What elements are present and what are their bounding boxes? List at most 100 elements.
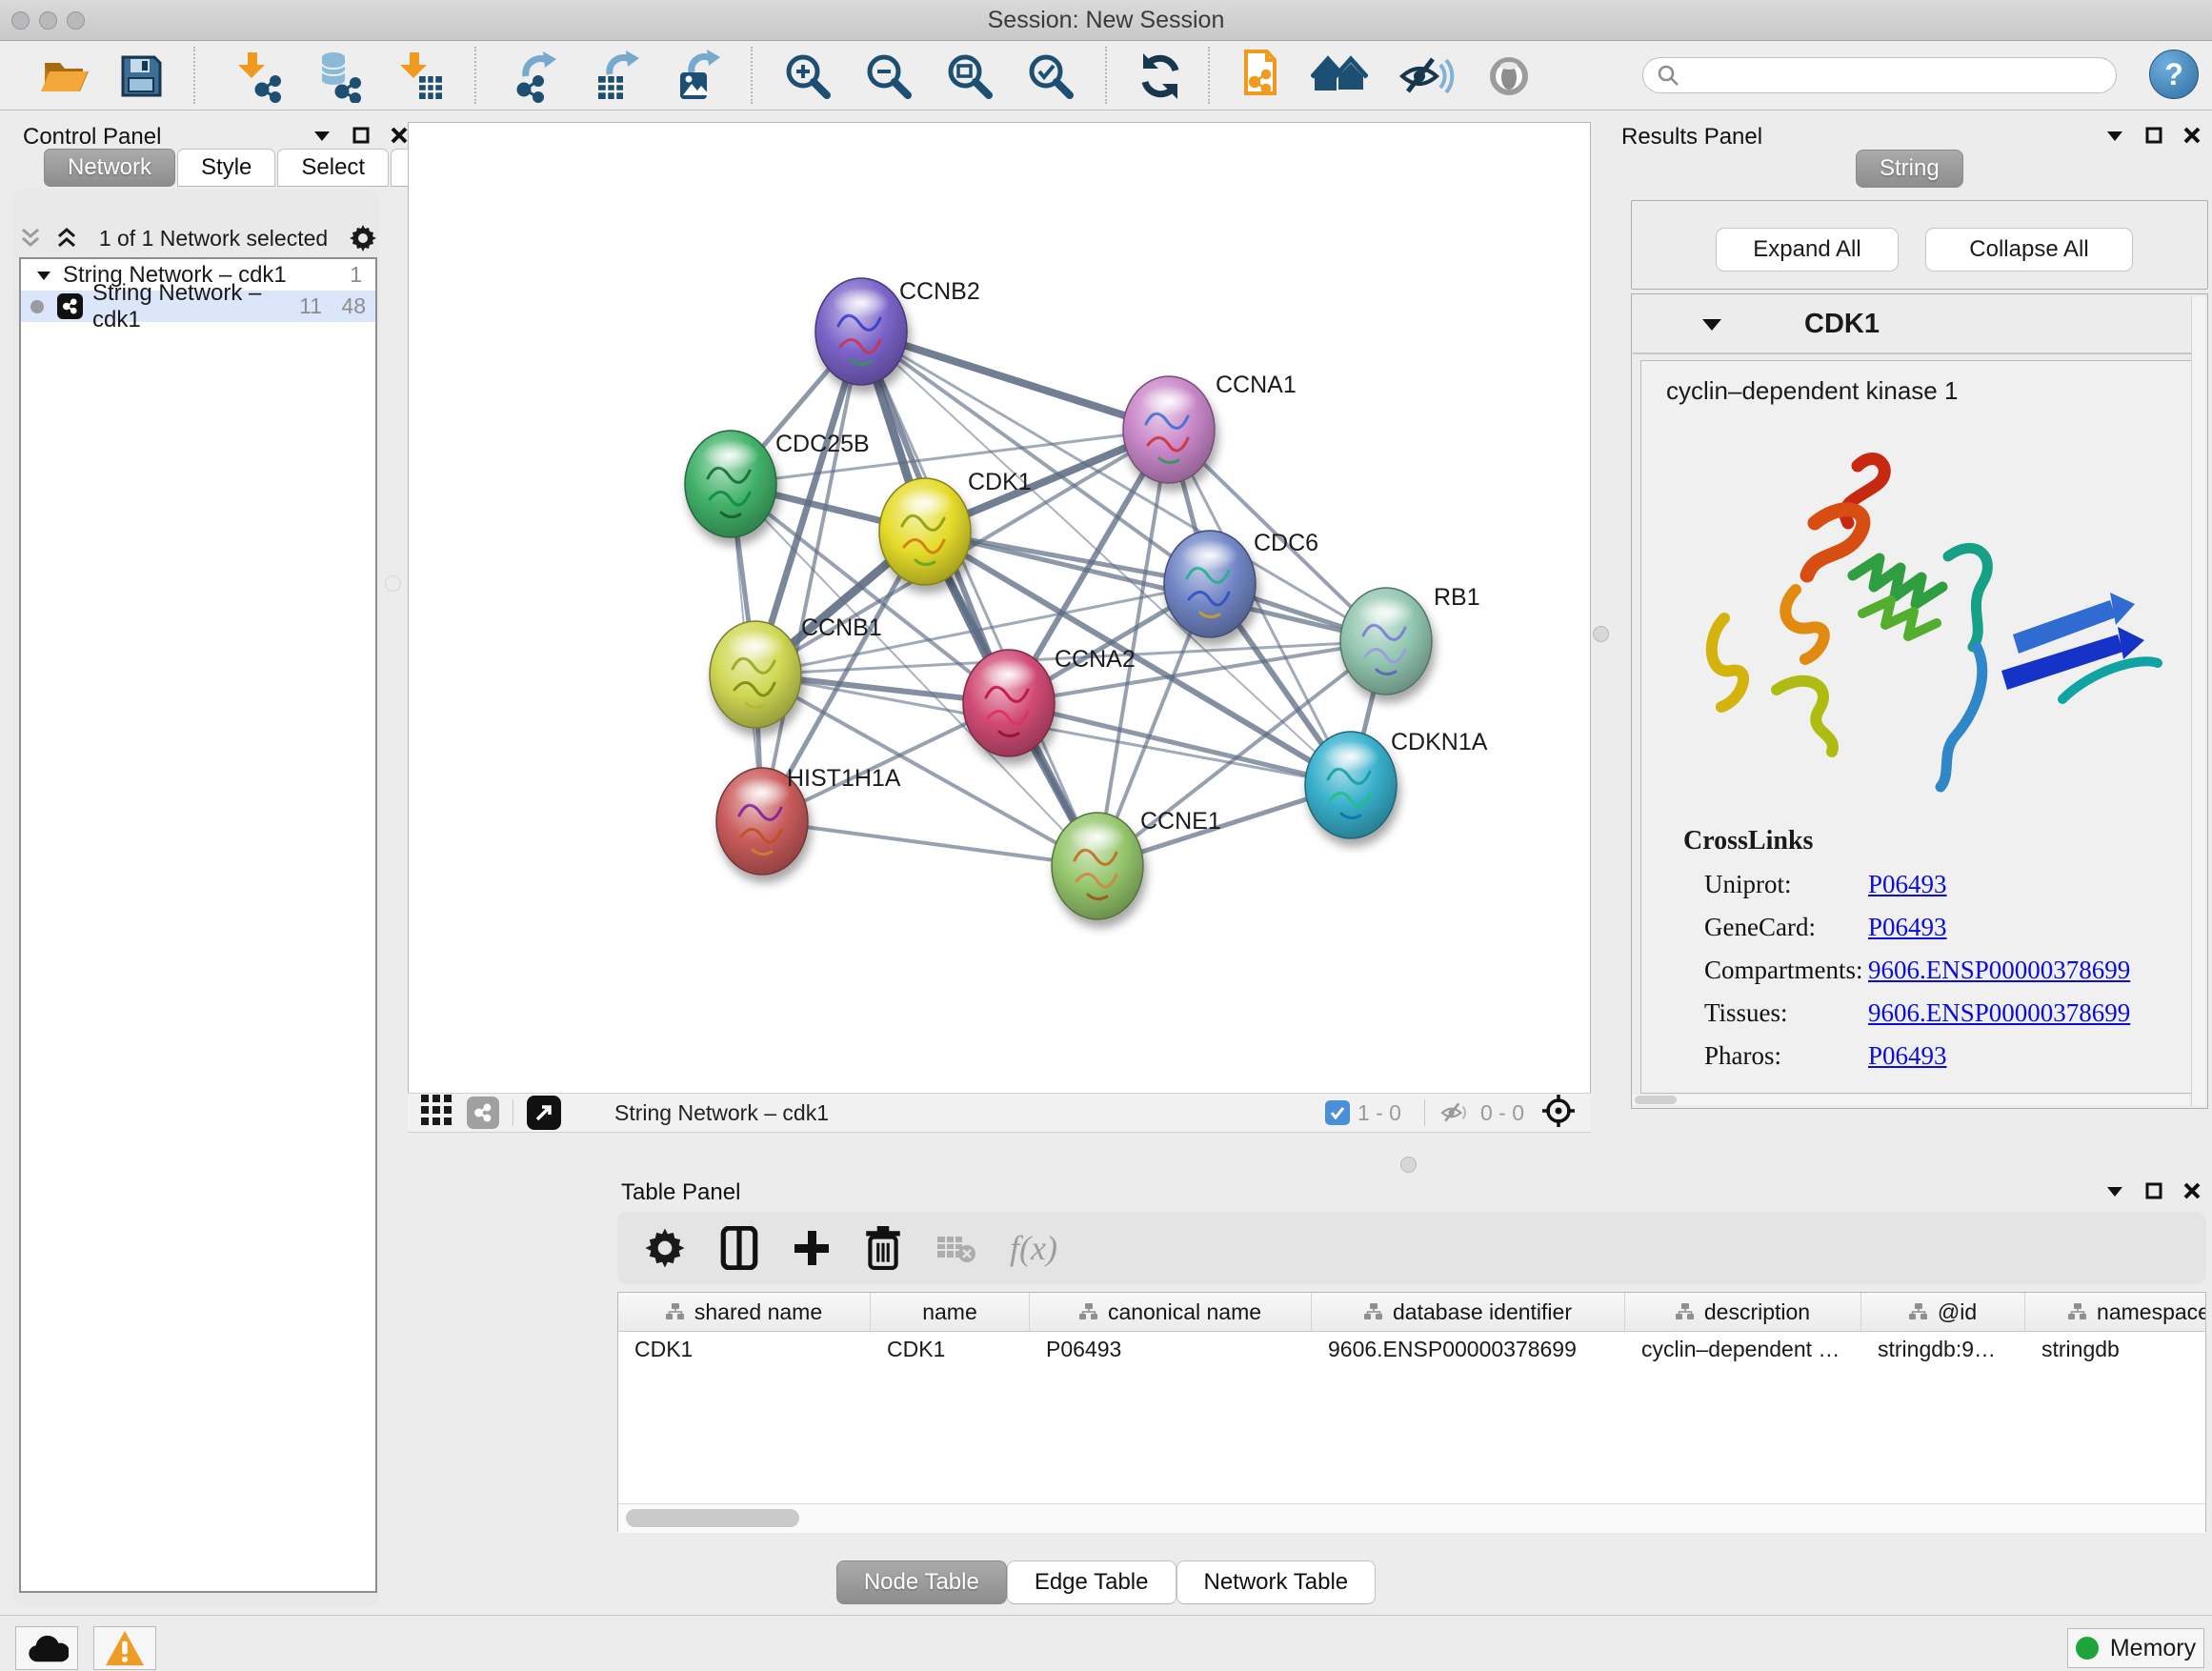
search-field[interactable] — [1642, 57, 2117, 93]
node-CDC25B[interactable] — [685, 431, 776, 537]
import-network-database-button[interactable] — [309, 48, 366, 105]
grid-view-icon[interactable] — [421, 1095, 453, 1132]
delete-column-icon[interactable] — [865, 1226, 901, 1270]
cloud-status-button[interactable] — [15, 1626, 78, 1670]
gene-disclosure-icon[interactable] — [1701, 317, 1722, 332]
export-image-button[interactable] — [669, 48, 726, 105]
network-row[interactable]: String Network – cdk1 11 48 — [21, 291, 375, 322]
help-button[interactable]: ? — [2149, 50, 2199, 99]
crosslink-link-uniprot[interactable]: P06493 — [1868, 870, 1947, 899]
crosslink-label: Pharos: — [1704, 1041, 1868, 1071]
crosslink-link-pharos[interactable]: P06493 — [1868, 1041, 1947, 1071]
birds-eye-toggle-icon[interactable] — [1541, 1094, 1576, 1133]
save-session-button[interactable] — [112, 48, 170, 105]
home-pages-button[interactable] — [1311, 48, 1368, 105]
expand-all-icon[interactable] — [55, 227, 78, 250]
table-row[interactable]: CDK1CDK1P064939606.ENSP00000378699cyclin… — [618, 1332, 2205, 1366]
horizontal-splitter-grip[interactable] — [1400, 1157, 1417, 1173]
column-header-description[interactable]: description — [1625, 1293, 1861, 1331]
column-header-namespace[interactable]: namespace — [2025, 1293, 2206, 1331]
help-glyph: ? — [2164, 57, 2183, 92]
detach-view-icon[interactable] — [527, 1096, 561, 1130]
column-header-database-identifier[interactable]: database identifier — [1312, 1293, 1625, 1331]
tab-network[interactable]: Network — [44, 149, 175, 187]
panel-close-icon[interactable] — [2183, 1182, 2201, 1199]
node-CCNA2[interactable] — [963, 650, 1055, 756]
delete-table-icon[interactable] — [935, 1233, 975, 1263]
search-input[interactable] — [1689, 62, 2102, 89]
tab-string[interactable]: String — [1856, 150, 1963, 188]
left-splitter-grip[interactable] — [385, 575, 401, 592]
panel-float-icon[interactable] — [2145, 1182, 2162, 1199]
crosslink-link-compartments[interactable]: 9606.ENSP00000378699 — [1868, 956, 2130, 985]
add-column-icon[interactable] — [793, 1229, 831, 1267]
results-vertical-scrollbar[interactable] — [2191, 296, 2205, 1106]
import-table-file-button[interactable] — [391, 48, 448, 105]
node-RB1[interactable] — [1340, 588, 1432, 695]
table-gear-icon[interactable] — [644, 1227, 686, 1269]
show-columns-icon[interactable] — [720, 1226, 758, 1270]
crosslink-label: GeneCard: — [1704, 913, 1868, 942]
gene-header-row[interactable]: CDK1 — [1633, 295, 2204, 354]
node-CCNB2[interactable] — [815, 278, 907, 385]
tab-node-table[interactable]: Node Table — [836, 1560, 1007, 1604]
function-builder-icon[interactable]: f(x) — [1010, 1228, 1057, 1268]
selected-checkbox-icon[interactable] — [1325, 1100, 1350, 1125]
warning-status-button[interactable] — [93, 1626, 156, 1670]
collapse-all-button[interactable]: Collapse All — [1925, 228, 2133, 272]
table-horizontal-scrollbar[interactable] — [618, 1503, 2205, 1533]
scrollbar-thumb[interactable] — [1635, 1096, 1677, 1104]
zoom-in-button[interactable] — [779, 48, 836, 105]
scrollbar-thumb[interactable] — [626, 1509, 799, 1527]
toolbar-separator — [474, 47, 476, 104]
crosslink-link-genecard[interactable]: P06493 — [1868, 913, 1947, 942]
panel-menu-icon[interactable] — [312, 129, 332, 142]
crosslink-link-tissues[interactable]: 9606.ENSP00000378699 — [1868, 998, 2130, 1028]
network-graph[interactable]: CCNB2CCNA1CDC25BCDK1CDC6RB1CCNB1CCNA2CDK… — [409, 123, 1590, 1093]
export-table-button[interactable] — [589, 48, 646, 105]
column-header-shared-name[interactable]: shared name — [618, 1293, 871, 1331]
tab-network-table[interactable]: Network Table — [1176, 1560, 1377, 1604]
panel-menu-icon[interactable] — [2105, 129, 2124, 142]
panel-menu-icon[interactable] — [2105, 1184, 2124, 1198]
zoom-selected-button[interactable] — [1022, 48, 1079, 105]
network-share-view-icon[interactable] — [467, 1097, 499, 1129]
disclosure-triangle-icon[interactable] — [36, 270, 51, 281]
node-CCNA1[interactable] — [1123, 376, 1215, 483]
expand-all-button[interactable]: Expand All — [1716, 228, 1899, 272]
panel-close-icon[interactable] — [2183, 127, 2201, 144]
hide-selected-button[interactable] — [1398, 48, 1456, 105]
panel-float-icon[interactable] — [2145, 127, 2162, 144]
network-canvas[interactable]: CCNB2CCNA1CDC25BCDK1CDC6RB1CCNB1CCNA2CDK… — [408, 122, 1591, 1094]
edge-HIST1H1A-CCNE1[interactable] — [762, 821, 1097, 866]
refresh-button[interactable] — [1132, 48, 1189, 105]
string-import-button[interactable] — [1233, 48, 1290, 105]
collapse-all-icon[interactable] — [19, 227, 42, 250]
hidden-eye-slash-icon[interactable] — [1438, 1098, 1473, 1127]
panel-float-icon[interactable] — [352, 127, 370, 144]
column-header--id[interactable]: @id — [1861, 1293, 2025, 1331]
results-horizontal-scrollbar[interactable] — [1633, 1095, 2189, 1105]
node-CCNB1[interactable] — [710, 621, 801, 728]
tab-style[interactable]: Style — [177, 149, 275, 187]
memory-button[interactable]: Memory — [2067, 1628, 2204, 1668]
control-panel-title: Control Panel — [23, 124, 161, 151]
column-header-canonical-name[interactable]: canonical name — [1030, 1293, 1312, 1331]
open-session-button[interactable] — [36, 48, 93, 105]
gear-icon[interactable] — [349, 224, 377, 252]
node-CDK1[interactable] — [879, 478, 971, 585]
panel-close-icon[interactable] — [391, 127, 408, 144]
edge-CCNB2-CCNA1[interactable] — [861, 332, 1169, 430]
tab-select[interactable]: Select — [277, 149, 389, 187]
node-CDC6[interactable] — [1164, 531, 1256, 637]
zoom-out-button[interactable] — [860, 48, 917, 105]
show-eye-button[interactable] — [1480, 48, 1538, 105]
node-CCNE1[interactable] — [1052, 813, 1143, 919]
export-network-button[interactable] — [509, 48, 566, 105]
right-splitter-grip[interactable] — [1593, 626, 1609, 642]
node-CDKN1A[interactable] — [1305, 732, 1397, 838]
tab-edge-table[interactable]: Edge Table — [1007, 1560, 1176, 1604]
zoom-fit-button[interactable] — [941, 48, 998, 105]
column-header-name[interactable]: name — [871, 1293, 1030, 1331]
import-network-file-button[interactable] — [229, 48, 286, 105]
